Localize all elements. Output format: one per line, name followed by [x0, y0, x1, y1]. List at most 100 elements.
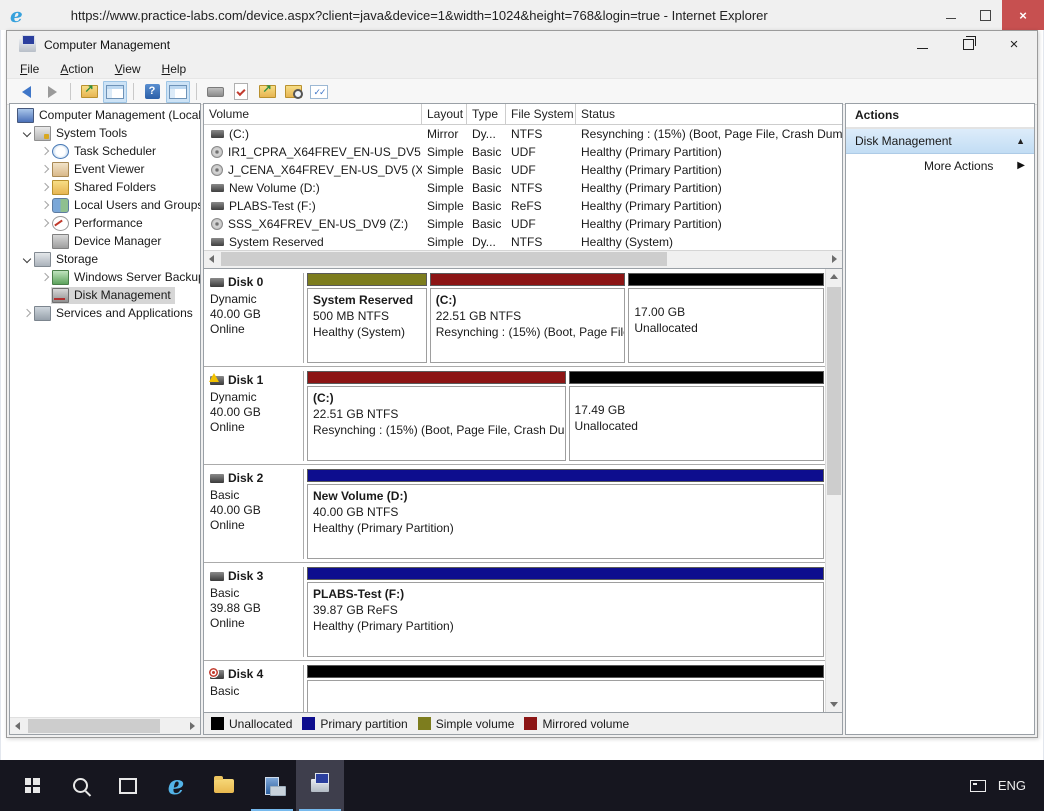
forward-button[interactable]	[40, 81, 64, 103]
tree-expander[interactable]	[20, 130, 33, 136]
show-hide-action-pane-button[interactable]	[166, 81, 190, 103]
tree-expander[interactable]	[38, 202, 51, 208]
tree-item-region[interactable]: Device Manager	[51, 233, 165, 250]
start-taskbar-button[interactable]	[8, 760, 56, 811]
volume-row-sss-x64frev-en-us-dv9-z[interactable]: SSS_X64FREV_EN-US_DV9 (Z:)SimpleBasicUDF…	[204, 215, 842, 233]
volume-row-system-reserved[interactable]: System ReservedSimpleDy...NTFSHealthy (S…	[204, 233, 842, 250]
tree-item-performance[interactable]: Performance	[10, 214, 200, 232]
tree-item-region[interactable]: Windows Server Backup	[51, 269, 200, 286]
menu-help[interactable]: Help	[162, 62, 187, 76]
scroll-down-arrow[interactable]	[826, 697, 842, 712]
app-titlebar[interactable]: Computer Management	[7, 31, 1037, 59]
check-document-button[interactable]	[229, 81, 253, 103]
actions-group-disk-management[interactable]: Disk Management ▲	[846, 129, 1034, 154]
tree-item-region[interactable]: Task Scheduler	[51, 143, 160, 160]
tree-item-region[interactable]: Shared Folders	[51, 179, 160, 196]
browser-minimize-button[interactable]	[934, 0, 968, 30]
browser-maximize-button[interactable]	[968, 0, 1002, 30]
menu-file[interactable]: File	[20, 62, 39, 76]
menu-view[interactable]: View	[115, 62, 141, 76]
tree-expander[interactable]	[38, 166, 51, 172]
disk-header-disk-2[interactable]: Disk 2Basic40.00 GBOnline	[207, 469, 304, 559]
tree-item-windows-server-backup[interactable]: Windows Server Backup	[10, 268, 200, 286]
back-button[interactable]	[14, 81, 38, 103]
collapse-arrow-icon[interactable]: ▲	[1016, 136, 1025, 146]
file-explorer-taskbar-button[interactable]	[200, 760, 248, 811]
tree-item-storage[interactable]: Storage	[10, 250, 200, 268]
column-header-type[interactable]: Type	[467, 104, 506, 124]
server-tools-app-taskbar-button[interactable]	[248, 760, 296, 811]
app-restore-button[interactable]	[960, 36, 976, 52]
app-minimize-button[interactable]	[914, 36, 930, 52]
tree-item-system-tools[interactable]: System Tools	[10, 124, 200, 142]
tree-item-region[interactable]: Local Users and Groups	[51, 197, 200, 214]
app-close-button[interactable]: ×	[1006, 36, 1022, 52]
volume-row-j-cena-x64frev-en-us-dv5-x[interactable]: J_CENA_X64FREV_EN-US_DV5 (X:)SimpleBasic…	[204, 161, 842, 179]
disk-header-disk-1[interactable]: Disk 1Dynamic40.00 GBOnline	[207, 371, 304, 461]
scroll-left-arrow[interactable]	[10, 718, 25, 734]
computer-management-taskbar-button[interactable]	[296, 760, 344, 811]
partition-unallocated[interactable]: 17.00 GBUnallocated	[628, 273, 824, 363]
input-indicator-icon[interactable]	[970, 780, 986, 792]
language-indicator[interactable]: ENG	[998, 778, 1026, 793]
volume-list-horizontal-scrollbar[interactable]	[204, 250, 842, 268]
scrollbar-thumb[interactable]	[221, 252, 667, 266]
tree-item-region[interactable]: Disk Management	[51, 287, 175, 304]
volume-row-c[interactable]: (C:)MirrorDy...NTFSResynching : (15%) (B…	[204, 125, 842, 143]
partition-plabs-test-f[interactable]: PLABS-Test (F:)39.87 GB ReFSHealthy (Pri…	[307, 567, 824, 657]
partition-new-volume-d[interactable]: New Volume (D:)40.00 GB NTFSHealthy (Pri…	[307, 469, 824, 559]
search-taskbar-button[interactable]	[56, 760, 104, 811]
disk-header-disk-0[interactable]: Disk 0Dynamic40.00 GBOnline	[207, 273, 304, 363]
partition-c[interactable]: (C:)22.51 GB NTFSResynching : (15%) (Boo…	[430, 273, 626, 363]
volume-row-plabs-test-f[interactable]: PLABS-Test (F:)SimpleBasicReFSHealthy (P…	[204, 197, 842, 215]
show-hide-console-tree-button[interactable]	[103, 81, 127, 103]
scrollbar-thumb[interactable]	[827, 287, 841, 495]
tree-item-region[interactable]: Services and Applications	[33, 305, 197, 322]
up-one-level-button[interactable]	[77, 81, 101, 103]
partition-c[interactable]: (C:)22.51 GB NTFSResynching : (15%) (Boo…	[307, 371, 566, 461]
volume-row-new-volume-d[interactable]: New Volume (D:)SimpleBasicNTFSHealthy (P…	[204, 179, 842, 197]
tree-horizontal-scrollbar[interactable]	[10, 717, 200, 734]
tree-item-region[interactable]: Event Viewer	[51, 161, 148, 178]
tree-item-task-scheduler[interactable]: Task Scheduler	[10, 142, 200, 160]
tree-item-device-manager[interactable]: Device Manager	[10, 232, 200, 250]
column-header-volume[interactable]: Volume	[204, 104, 422, 124]
partition-unallocated[interactable]: 17.49 GBUnallocated	[569, 371, 824, 461]
disk-header-disk-3[interactable]: Disk 3Basic39.88 GBOnline	[207, 567, 304, 657]
tree-item-services-and-applications[interactable]: Services and Applications	[10, 304, 200, 322]
disk-header-disk-4[interactable]: Disk 4Basic	[207, 665, 304, 712]
action-item-more-actions[interactable]: More Actions▶	[846, 154, 1034, 177]
tree-item-computer-management-local[interactable]: Computer Management (Local	[10, 106, 200, 124]
scrollbar-thumb[interactable]	[28, 719, 160, 733]
help-button[interactable]	[140, 81, 164, 103]
scroll-right-arrow[interactable]	[185, 718, 200, 734]
tree-item-event-viewer[interactable]: Event Viewer	[10, 160, 200, 178]
tree-expander[interactable]	[38, 274, 51, 280]
disk-view-vertical-scrollbar[interactable]	[825, 269, 842, 712]
tree-item-local-users-and-groups[interactable]: Local Users and Groups	[10, 196, 200, 214]
partition-unallocated[interactable]	[307, 665, 824, 712]
menu-action[interactable]: Action	[60, 62, 93, 76]
scroll-left-arrow[interactable]	[204, 251, 219, 267]
partition-system-reserved[interactable]: System Reserved500 MB NTFSHealthy (Syste…	[307, 273, 427, 363]
tree-item-region[interactable]: System Tools	[33, 125, 131, 142]
column-header-status[interactable]: Status	[576, 104, 842, 124]
tree-item-shared-folders[interactable]: Shared Folders	[10, 178, 200, 196]
tree-item-region[interactable]: Performance	[51, 215, 147, 232]
task-view-taskbar-button[interactable]	[104, 760, 152, 811]
view-options-button[interactable]	[307, 81, 331, 103]
tree-item-region[interactable]: Storage	[33, 251, 102, 268]
tree-expander[interactable]	[20, 310, 33, 316]
tree-expander[interactable]	[38, 220, 51, 226]
import-folder-button[interactable]	[255, 81, 279, 103]
tree-expander[interactable]	[20, 256, 33, 262]
tree-expander[interactable]	[38, 184, 51, 190]
find-folder-button[interactable]	[281, 81, 305, 103]
tree-expander[interactable]	[38, 148, 51, 154]
properties-button[interactable]	[203, 81, 227, 103]
tree-item-region[interactable]: Computer Management (Local	[16, 107, 200, 124]
internet-explorer-taskbar-button[interactable]	[152, 760, 200, 811]
browser-close-button[interactable]: ×	[1002, 0, 1044, 30]
scroll-right-arrow[interactable]	[827, 251, 842, 267]
column-header-file-system[interactable]: File System	[506, 104, 576, 124]
